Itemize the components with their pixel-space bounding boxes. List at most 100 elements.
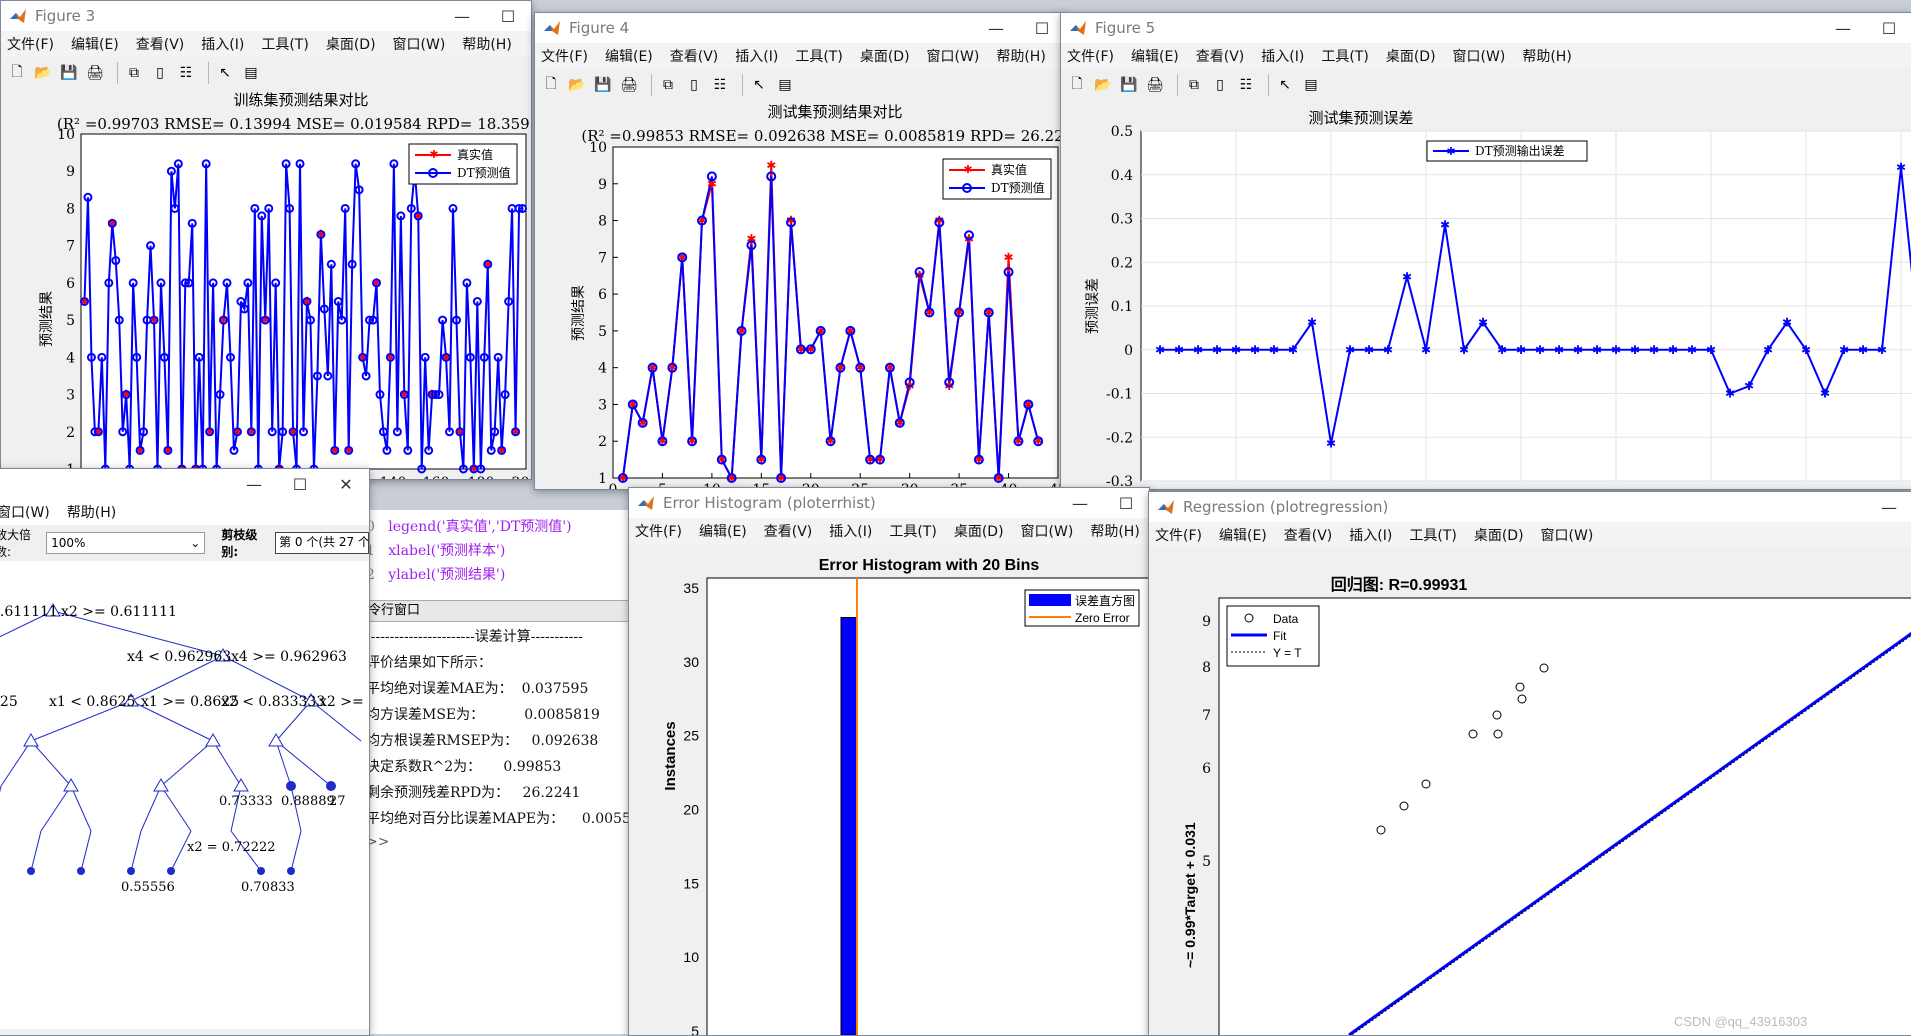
regression-titlebar[interactable]: Regression (plotregression) — bbox=[1149, 492, 1911, 522]
menu-insert[interactable]: 插入(I) bbox=[1261, 46, 1304, 66]
open-folder-icon[interactable]: 📂 bbox=[1093, 75, 1113, 95]
cursor-icon[interactable]: ↖ bbox=[215, 63, 235, 83]
menu-desktop[interactable]: 桌面(D) bbox=[1386, 46, 1436, 66]
print-icon[interactable]: 🖨 bbox=[85, 63, 105, 83]
menu-file[interactable]: 文件(F) bbox=[7, 34, 54, 54]
menu-view[interactable]: 查看(V) bbox=[136, 34, 185, 54]
y-tick-label: 9 bbox=[66, 164, 75, 180]
link-plot-icon[interactable]: ⧉ bbox=[1184, 75, 1204, 95]
maximize-icon[interactable]: ☐ bbox=[1019, 19, 1065, 38]
menu-help[interactable]: 帮助(H) bbox=[1522, 46, 1571, 66]
print-icon[interactable]: 🖨 bbox=[619, 75, 639, 95]
property-inspector-icon[interactable]: ▤ bbox=[1301, 75, 1321, 95]
legend-icon[interactable]: ☷ bbox=[710, 75, 730, 95]
prune-select[interactable]: 第 0 个(共 27 个) bbox=[275, 532, 369, 554]
code-line: legend('真实值','DT预测值') bbox=[388, 519, 572, 535]
prune-value: 第 0 个(共 27 个) bbox=[279, 535, 369, 549]
menu-window[interactable]: 窗口(W) bbox=[393, 34, 446, 54]
tree-viewer-titlebar[interactable]: — ☐ ✕ bbox=[0, 469, 369, 499]
minimize-icon[interactable]: — bbox=[231, 475, 277, 494]
menu-insert[interactable]: 插入(I) bbox=[201, 34, 244, 54]
legend-icon[interactable]: ☷ bbox=[1236, 75, 1256, 95]
menu-insert[interactable]: 插入(I) bbox=[829, 521, 872, 541]
maximize-icon[interactable]: ☐ bbox=[1866, 19, 1911, 38]
error-point: ✱ bbox=[1326, 437, 1336, 451]
close-icon[interactable]: ✕ bbox=[323, 475, 369, 494]
menu-edit[interactable]: 编辑(E) bbox=[1219, 525, 1267, 545]
menu-help[interactable]: 帮助(H) bbox=[67, 502, 116, 522]
menu-window[interactable]: 窗口(W) bbox=[1541, 525, 1594, 545]
link-plot-icon[interactable]: ⧉ bbox=[658, 75, 678, 95]
minimize-icon[interactable]: — bbox=[1057, 494, 1103, 513]
menu-insert[interactable]: 插入(I) bbox=[735, 46, 778, 66]
menu-edit[interactable]: 编辑(E) bbox=[1131, 46, 1179, 66]
code-editor[interactable]: 0 legend('真实值','DT预测值') 1 xlabel('预测样本')… bbox=[366, 510, 636, 598]
error-point: ✱ bbox=[1535, 343, 1545, 357]
menu-help[interactable]: 帮助(H) bbox=[462, 34, 511, 54]
histogram-titlebar[interactable]: Error Histogram (ploterrhist) — ☐ bbox=[629, 488, 1149, 518]
menu-window[interactable]: 窗口(W) bbox=[1021, 521, 1074, 541]
menu-view[interactable]: 查看(V) bbox=[764, 521, 813, 541]
menu-file[interactable]: 文件(F) bbox=[541, 46, 588, 66]
maximize-icon[interactable]: ☐ bbox=[485, 7, 531, 26]
menu-tools[interactable]: 工具(T) bbox=[261, 34, 308, 54]
new-file-icon[interactable]: 🗋 bbox=[7, 63, 27, 83]
colorbar-icon[interactable]: ▯ bbox=[684, 75, 704, 95]
command-window-body[interactable]: -----------------------误差计算----------- 评… bbox=[366, 622, 636, 1034]
open-folder-icon[interactable]: 📂 bbox=[33, 63, 53, 83]
figure3-titlebar[interactable]: Figure 3 — ☐ bbox=[1, 1, 531, 31]
menu-file[interactable]: 文件(F) bbox=[1067, 46, 1114, 66]
error-point: ✱ bbox=[1687, 343, 1697, 357]
menu-window[interactable]: 窗口(W) bbox=[927, 46, 980, 66]
maximize-icon[interactable]: ☐ bbox=[1103, 494, 1149, 513]
legend-icon[interactable]: ☷ bbox=[176, 63, 196, 83]
menu-edit[interactable]: 编辑(E) bbox=[699, 521, 747, 541]
menu-desktop[interactable]: 桌面(D) bbox=[954, 521, 1004, 541]
new-file-icon[interactable]: 🗋 bbox=[541, 75, 561, 95]
menu-view[interactable]: 查看(V) bbox=[1196, 46, 1245, 66]
menu-tools[interactable]: 工具(T) bbox=[1409, 525, 1456, 545]
new-file-icon[interactable]: 🗋 bbox=[1067, 75, 1087, 95]
print-icon[interactable]: 🖨 bbox=[1145, 75, 1165, 95]
save-icon[interactable]: 💾 bbox=[59, 63, 79, 83]
menu-help[interactable]: 帮助(H) bbox=[996, 46, 1045, 66]
menu-view[interactable]: 查看(V) bbox=[670, 46, 719, 66]
save-icon[interactable]: 💾 bbox=[1119, 75, 1139, 95]
colorbar-icon[interactable]: ▯ bbox=[1210, 75, 1230, 95]
menu-tools[interactable]: 工具(T) bbox=[1321, 46, 1368, 66]
property-inspector-icon[interactable]: ▤ bbox=[241, 63, 261, 83]
zoom-label: 放大倍数: bbox=[0, 528, 32, 559]
link-plot-icon[interactable]: ⧉ bbox=[124, 63, 144, 83]
menu-window[interactable]: 窗口(W) bbox=[1453, 46, 1506, 66]
minimize-icon[interactable]: — bbox=[439, 7, 485, 26]
figure5-titlebar[interactable]: Figure 5 — ☐ bbox=[1061, 13, 1911, 43]
minimize-icon[interactable]: — bbox=[973, 19, 1019, 38]
figure4-titlebar[interactable]: Figure 4 — ☐ bbox=[535, 13, 1065, 43]
menu-help[interactable]: 帮助(H) bbox=[1090, 521, 1139, 541]
menu-file[interactable]: 文件(F) bbox=[635, 521, 682, 541]
menu-edit[interactable]: 编辑(E) bbox=[71, 34, 119, 54]
menu-insert[interactable]: 插入(I) bbox=[1349, 525, 1392, 545]
menu-edit[interactable]: 编辑(E) bbox=[605, 46, 653, 66]
menu-file[interactable]: 文件(F) bbox=[1155, 525, 1202, 545]
menu-desktop[interactable]: 桌面(D) bbox=[326, 34, 376, 54]
menu-view[interactable]: 查看(V) bbox=[1284, 525, 1333, 545]
menu-tools[interactable]: 工具(T) bbox=[889, 521, 936, 541]
open-folder-icon[interactable]: 📂 bbox=[567, 75, 587, 95]
window-title: Figure 3 bbox=[35, 7, 96, 25]
menu-desktop[interactable]: 桌面(D) bbox=[1474, 525, 1524, 545]
menu-tools[interactable]: 工具(T) bbox=[795, 46, 842, 66]
property-inspector-icon[interactable]: ▤ bbox=[775, 75, 795, 95]
minimize-icon[interactable]: — bbox=[1820, 19, 1866, 38]
menu-window[interactable]: 窗口(W) bbox=[0, 502, 50, 522]
minimize-icon[interactable]: — bbox=[1866, 498, 1911, 517]
cursor-icon[interactable]: ↖ bbox=[749, 75, 769, 95]
error-point: ✱ bbox=[1668, 343, 1678, 357]
zoom-select[interactable]: 100% ⌄ bbox=[46, 532, 206, 554]
menu-desktop[interactable]: 桌面(D) bbox=[860, 46, 910, 66]
cursor-icon[interactable]: ↖ bbox=[1275, 75, 1295, 95]
save-icon[interactable]: 💾 bbox=[593, 75, 613, 95]
colorbar-icon[interactable]: ▯ bbox=[150, 63, 170, 83]
y-tick-label: 7 bbox=[66, 239, 75, 255]
maximize-icon[interactable]: ☐ bbox=[277, 475, 323, 494]
